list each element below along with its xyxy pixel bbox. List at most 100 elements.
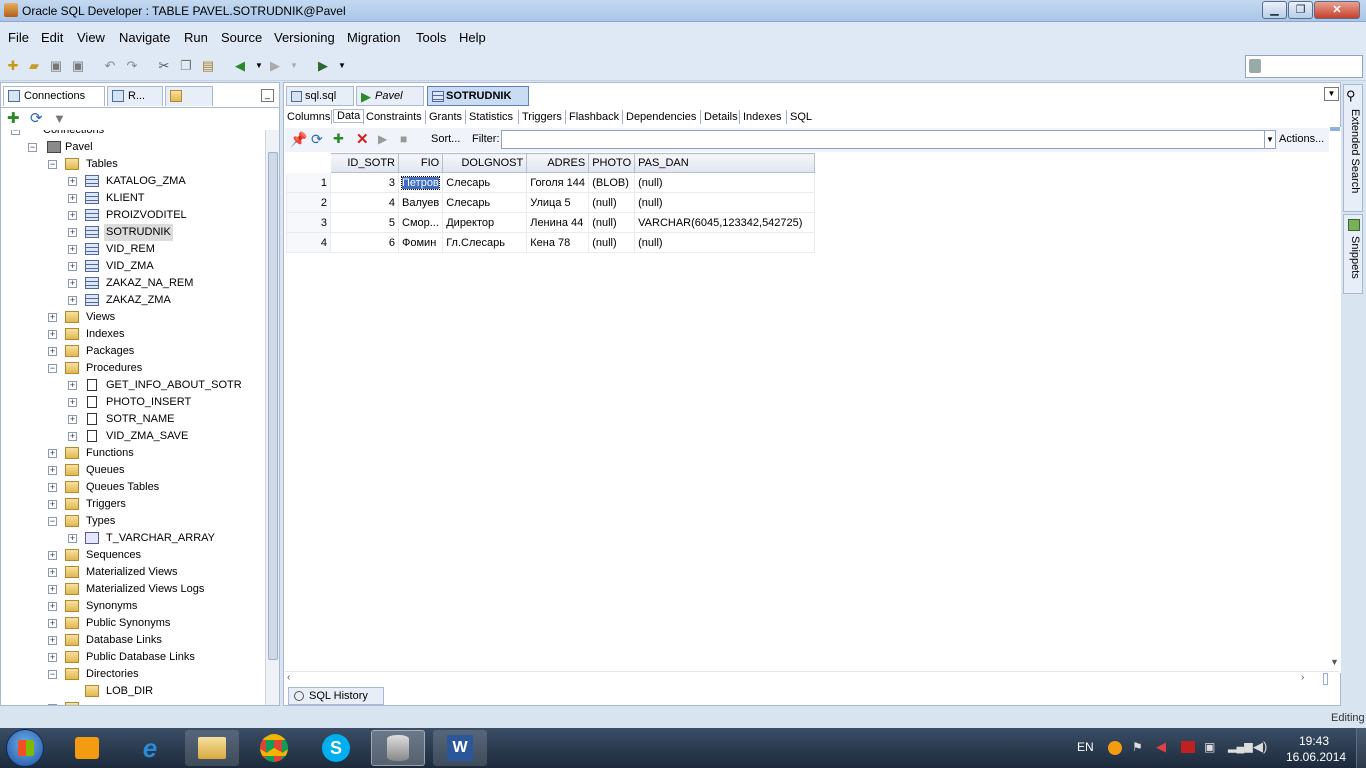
menu-versioning[interactable]: Versioning xyxy=(274,30,335,45)
tree-table-item[interactable]: + VID_REM xyxy=(1,241,264,258)
expand-icon[interactable]: + xyxy=(68,262,77,271)
device-icon[interactable]: ▣ xyxy=(1204,740,1215,754)
cell-pas-dan[interactable]: (null) xyxy=(634,232,816,253)
refresh-icon[interactable]: ⟳ xyxy=(30,111,46,127)
menu-tools[interactable]: Tools xyxy=(416,30,446,45)
subtab-constraints[interactable]: Constraints xyxy=(366,111,422,123)
tree-folder-procedures[interactable]: − Procedures xyxy=(1,360,264,377)
subtab-flashback[interactable]: Flashback xyxy=(569,111,619,123)
cell-fio[interactable]: Смор... xyxy=(397,212,444,233)
grid-vscroll-thumb[interactable] xyxy=(1330,127,1340,131)
tree-table-item[interactable]: + PROIZVODITEL xyxy=(1,207,264,224)
tree-type-item[interactable]: + T_VARCHAR_ARRAY xyxy=(1,530,264,547)
tab-sql-sql[interactable]: sql.sql xyxy=(286,86,354,106)
scroll-down-icon[interactable]: ▼ xyxy=(1330,657,1339,667)
scroll-left-icon[interactable]: ‹ xyxy=(287,672,290,683)
tree-directory-item[interactable]: +LOB_DIR xyxy=(1,683,264,700)
tab-pavel[interactable]: ▶ Pavel xyxy=(356,86,424,106)
delete-row-icon[interactable]: ✕ xyxy=(356,130,369,148)
open-icon[interactable]: ▰ xyxy=(25,57,43,74)
cell-photo[interactable]: (BLOB) xyxy=(588,172,636,193)
cell-id-sotr[interactable]: 3 xyxy=(330,172,399,193)
tree-table-item[interactable]: + KATALOG_ZMA xyxy=(1,173,264,190)
grid-vertical-scrollbar[interactable]: ▼ xyxy=(1329,127,1341,673)
word-app[interactable]: W xyxy=(433,730,487,766)
expand-icon[interactable]: + xyxy=(48,551,57,560)
tab-sql-history[interactable]: SQL History xyxy=(288,687,384,705)
save-icon[interactable]: ▣ xyxy=(47,57,65,74)
cell-pas-dan[interactable]: (null) xyxy=(634,192,816,213)
tab-reports[interactable]: R... xyxy=(107,86,163,106)
chrome-app[interactable] xyxy=(247,730,301,766)
collapse-icon[interactable]: − xyxy=(48,160,57,169)
run-dropdown-icon[interactable]: ▼ xyxy=(333,57,351,74)
expand-icon[interactable]: + xyxy=(68,432,77,441)
back-icon[interactable]: ◀ xyxy=(231,57,249,74)
copy-icon[interactable]: ❐ xyxy=(177,57,195,74)
cell-pas-dan[interactable]: VARCHAR(6045,123342,542725) xyxy=(634,212,816,233)
collapse-icon[interactable]: − xyxy=(48,364,57,373)
undo-icon[interactable]: ↶ xyxy=(101,57,119,74)
tree-folder[interactable]: + Queues Tables xyxy=(1,479,264,496)
ie-app[interactable]: e xyxy=(123,730,177,766)
new-icon[interactable]: ✚ xyxy=(4,57,22,74)
tree-scrollbar[interactable] xyxy=(265,130,279,705)
tree-table-item[interactable]: + VID_ZMA xyxy=(1,258,264,275)
subtab-dependencies[interactable]: Dependencies xyxy=(626,111,696,123)
cell-adres[interactable]: Ленина 44 xyxy=(526,212,590,233)
expand-icon[interactable]: + xyxy=(48,347,57,356)
rollback-icon[interactable]: ■ xyxy=(400,132,407,146)
table-row[interactable]: 4 6 Фомин Гл.Слесарь Кена 78 (null) (nul… xyxy=(286,232,816,253)
maximize-button[interactable]: ❐ xyxy=(1288,1,1313,19)
cell-adres[interactable]: Кена 78 xyxy=(526,232,590,253)
tree-connection-pavel[interactable]: − Pavel xyxy=(1,139,264,156)
cell-photo[interactable]: (null) xyxy=(588,232,636,253)
subtab-triggers[interactable]: Triggers xyxy=(522,111,562,123)
cell-fio[interactable]: Петров xyxy=(397,172,444,193)
expand-icon[interactable]: + xyxy=(48,619,57,628)
grid-hscroll-thumb[interactable] xyxy=(1323,673,1328,685)
tree-folder-tables[interactable]: − Tables xyxy=(1,156,264,173)
column-header-photo[interactable]: PHOTO xyxy=(588,153,636,173)
save-all-icon[interactable]: ▣ xyxy=(69,57,87,74)
expand-icon[interactable]: + xyxy=(48,636,57,645)
expand-icon[interactable]: + xyxy=(48,449,57,458)
tray-red-icon[interactable] xyxy=(1181,741,1195,753)
table-row[interactable]: 2 4 Валуев Слесарь Улица 5 (null) (null) xyxy=(286,192,816,213)
cell-id-sotr[interactable]: 4 xyxy=(330,192,399,213)
expand-icon[interactable]: + xyxy=(48,585,57,594)
tree-folder[interactable]: + Functions xyxy=(1,445,264,462)
tree-procedure-item[interactable]: + GET_INFO_ABOUT_SOTR xyxy=(1,377,264,394)
cut-icon[interactable]: ✂ xyxy=(155,57,173,74)
column-header-id-sotr[interactable]: ID_SOTR xyxy=(330,153,399,173)
forward-dropdown-icon[interactable]: ▼ xyxy=(285,57,303,74)
menu-source[interactable]: Source xyxy=(221,30,262,45)
subtab-columns[interactable]: Columns xyxy=(287,111,330,123)
tree-procedure-item[interactable]: + SOTR_NAME xyxy=(1,411,264,428)
table-row[interactable]: 1 3 Петров Слесарь Гоголя 144 (BLOB) (nu… xyxy=(286,172,816,193)
collapse-icon[interactable]: − xyxy=(28,143,37,152)
expand-icon[interactable]: + xyxy=(68,177,77,186)
tree-table-item[interactable]: + SOTRUDNIK xyxy=(1,224,264,241)
insert-row-icon[interactable]: ✚ xyxy=(333,131,344,147)
menu-edit[interactable]: Edit xyxy=(41,30,63,45)
column-header-fio[interactable]: FIO xyxy=(397,153,444,173)
expand-icon[interactable]: + xyxy=(68,534,77,543)
column-header-pas-dan[interactable]: PAS_DAN xyxy=(634,153,816,173)
cell-dolgnost[interactable]: Гл.Слесарь xyxy=(442,232,528,253)
collapse-icon[interactable]: − xyxy=(48,517,57,526)
tree-folder[interactable]: + Packages xyxy=(1,343,264,360)
subtab-details[interactable]: Details xyxy=(704,111,738,123)
start-button[interactable] xyxy=(6,729,44,767)
close-button[interactable]: ✕ xyxy=(1314,1,1360,19)
tree-folder[interactable]: + Sequences xyxy=(1,547,264,564)
explorer-app[interactable] xyxy=(185,730,239,766)
tree-folder[interactable]: + Synonyms xyxy=(1,598,264,615)
cell-dolgnost[interactable]: Директор xyxy=(442,212,528,233)
tree-folder[interactable]: + Triggers xyxy=(1,496,264,513)
expand-icon[interactable]: + xyxy=(48,483,57,492)
expand-icon[interactable]: + xyxy=(48,466,57,475)
cell-adres[interactable]: Гоголя 144 xyxy=(526,172,590,193)
cell-adres[interactable]: Улица 5 xyxy=(526,192,590,213)
tree-table-item[interactable]: + ZAKAZ_NA_REM xyxy=(1,275,264,292)
